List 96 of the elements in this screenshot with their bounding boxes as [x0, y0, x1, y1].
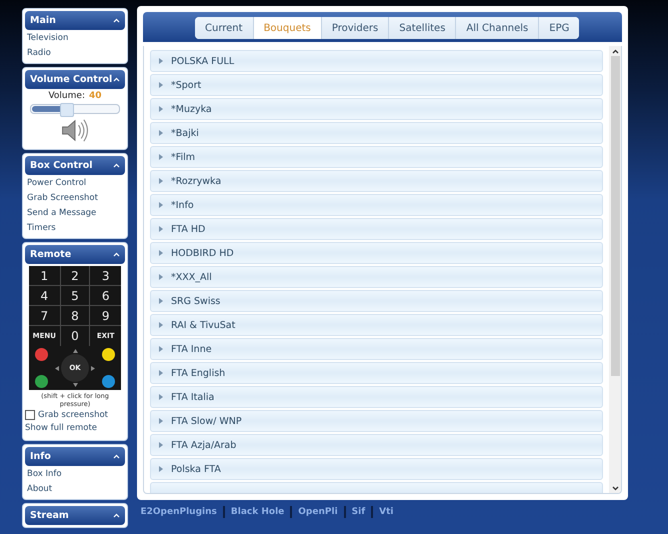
sidebar-link[interactable]: About: [27, 482, 125, 497]
expand-arrow-icon[interactable]: [159, 154, 163, 160]
remote-key[interactable]: 1: [29, 266, 60, 286]
bouquet-row[interactable]: FTA Slow/ WNP: [150, 410, 603, 432]
up-arrow-icon[interactable]: [72, 348, 78, 353]
tab[interactable]: Providers: [322, 17, 390, 39]
collapse-icon[interactable]: [113, 77, 120, 82]
checkbox[interactable]: [25, 410, 35, 420]
remote-key[interactable]: 7: [29, 306, 60, 326]
expand-arrow-icon[interactable]: [159, 250, 163, 256]
expand-arrow-icon[interactable]: [159, 298, 163, 304]
scrollbar[interactable]: [609, 46, 621, 493]
remote-key[interactable]: 4: [29, 286, 60, 306]
footer-link[interactable]: OpenPli: [298, 507, 338, 517]
bouquet-row[interactable]: *XXX_All: [150, 266, 603, 288]
volume-value: 40: [88, 91, 102, 101]
slider-thumb[interactable]: [60, 103, 74, 117]
bouquet-row[interactable]: HODBIRD HD: [150, 242, 603, 264]
footer-link[interactable]: E2OpenPlugins: [140, 507, 217, 517]
footer-link[interactable]: Sif: [352, 507, 366, 517]
speaker-icon[interactable]: [59, 117, 91, 144]
bouquet-row[interactable]: RAI & TivuSat: [150, 314, 603, 336]
sidebar-link[interactable]: Power Control: [27, 176, 125, 191]
tab[interactable]: Current: [195, 17, 254, 39]
expand-arrow-icon[interactable]: [159, 346, 163, 352]
section-header[interactable]: Stream: [25, 506, 125, 525]
tab[interactable]: Satellites: [389, 17, 456, 39]
expand-arrow-icon[interactable]: [159, 202, 163, 208]
bouquet-row[interactable]: POLSKA FULL: [150, 50, 603, 72]
scroll-down-icon[interactable]: [612, 486, 618, 490]
expand-arrow-icon[interactable]: [159, 82, 163, 88]
remote-key[interactable]: 3: [90, 266, 121, 286]
bouquet-row[interactable]: SRG Swiss: [150, 290, 603, 312]
expand-arrow-icon[interactable]: [159, 178, 163, 184]
color-key[interactable]: [35, 348, 48, 361]
collapse-icon[interactable]: [113, 513, 120, 518]
expand-arrow-icon[interactable]: [159, 418, 163, 424]
bouquet-row[interactable]: *Info: [150, 194, 603, 216]
expand-arrow-icon[interactable]: [159, 370, 163, 376]
bouquet-row[interactable]: FTA Italia: [150, 386, 603, 408]
tab[interactable]: All Channels: [456, 17, 540, 39]
remote-key[interactable]: 8: [60, 306, 90, 326]
expand-arrow-icon[interactable]: [159, 274, 163, 280]
expand-arrow-icon[interactable]: [159, 106, 163, 112]
expand-arrow-icon[interactable]: [159, 442, 163, 448]
checkbox-label[interactable]: Grab screenshot: [38, 409, 108, 421]
bouquet-row[interactable]: *Rozrywka: [150, 170, 603, 192]
bouquet-row[interactable]: *Film: [150, 146, 603, 168]
sidebar-link[interactable]: Grab Screenshot: [27, 191, 125, 206]
sidebar-link[interactable]: Send a Message: [27, 206, 125, 221]
sidebar-link[interactable]: Timers: [27, 221, 125, 236]
collapse-icon[interactable]: [113, 163, 120, 168]
color-key[interactable]: [102, 348, 115, 361]
bouquet-row[interactable]: FTA Inne: [150, 338, 603, 360]
sidebar-link[interactable]: Television: [27, 31, 125, 46]
expand-arrow-icon[interactable]: [159, 226, 163, 232]
left-arrow-icon[interactable]: [54, 366, 59, 370]
collapse-icon[interactable]: [113, 454, 120, 459]
expand-arrow-icon[interactable]: [159, 130, 163, 136]
volume-label: Volume:: [48, 91, 85, 101]
footer-link[interactable]: Black Hole: [230, 507, 284, 517]
sidebar-link[interactable]: Show full remote: [25, 421, 98, 436]
bouquet-row[interactable]: FTA English: [150, 362, 603, 384]
expand-arrow-icon[interactable]: [159, 322, 163, 328]
color-key[interactable]: [35, 375, 48, 388]
down-arrow-icon[interactable]: [72, 383, 78, 388]
bouquet-row[interactable]: *Bajki: [150, 122, 603, 144]
section-header[interactable]: Main: [25, 11, 125, 30]
sidebar-link[interactable]: Radio: [27, 46, 125, 61]
section-header[interactable]: Info: [25, 447, 125, 466]
expand-arrow-icon[interactable]: [159, 58, 163, 64]
tab[interactable]: EPG: [539, 17, 580, 39]
bouquet-row[interactable]: Polska FTA: [150, 458, 603, 480]
section-header[interactable]: Volume Control: [25, 70, 125, 89]
expand-arrow-icon[interactable]: [159, 394, 163, 400]
remote-key[interactable]: 9: [90, 306, 121, 326]
section-header[interactable]: Remote: [25, 245, 125, 264]
section-header[interactable]: Box Control: [25, 156, 125, 175]
remote-key[interactable]: 5: [60, 286, 90, 306]
bouquet-row[interactable]: FTA Azja/Arab: [150, 434, 603, 456]
remote-key[interactable]: 0: [60, 326, 90, 346]
bouquet-row[interactable]: FTA HD: [150, 218, 603, 240]
scroll-up-icon[interactable]: [612, 48, 618, 54]
remote-key[interactable]: 6: [90, 286, 121, 306]
expand-arrow-icon[interactable]: [159, 466, 163, 472]
color-key[interactable]: [102, 375, 115, 388]
right-arrow-icon[interactable]: [91, 366, 96, 370]
footer-link[interactable]: Vti: [379, 507, 394, 517]
bouquet-row[interactable]: *Muzyka: [150, 98, 603, 120]
collapse-icon[interactable]: [113, 252, 120, 257]
bouquet-row[interactable]: *Sport: [150, 74, 603, 96]
remote-key[interactable]: 2: [60, 266, 90, 286]
scrollbar-thumb[interactable]: [610, 56, 620, 376]
sidebar-link[interactable]: Box Info: [27, 467, 125, 482]
collapse-icon[interactable]: [113, 18, 120, 23]
volume-slider[interactable]: [30, 104, 120, 114]
